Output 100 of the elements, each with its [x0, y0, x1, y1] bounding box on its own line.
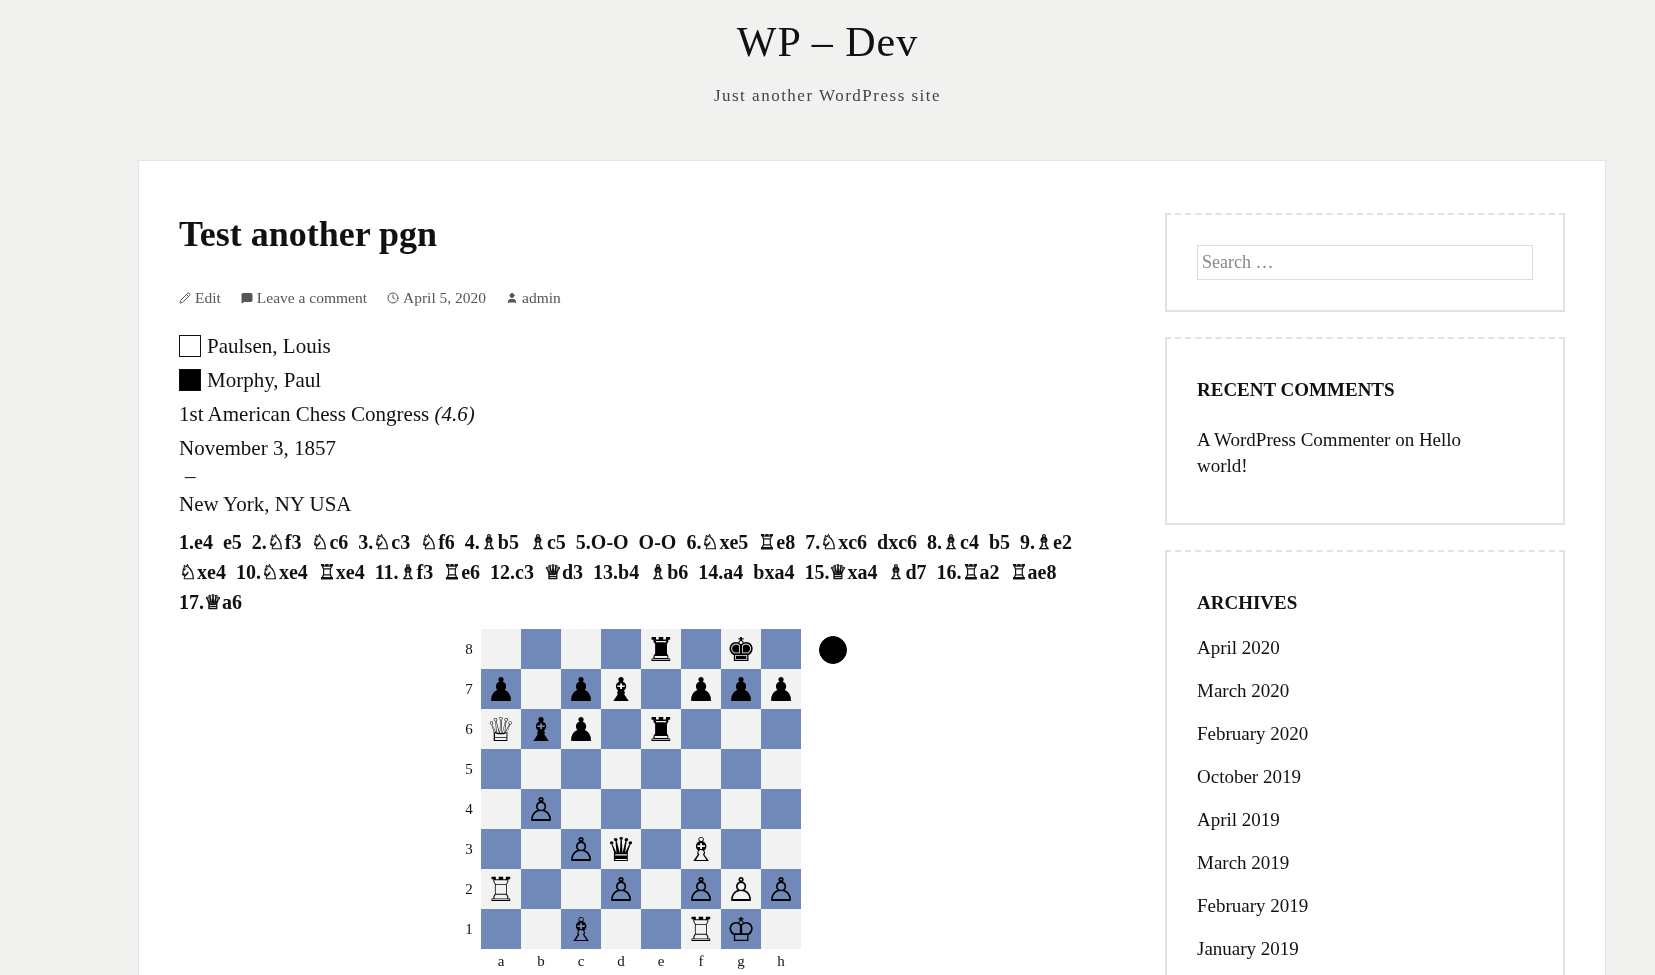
- speech-bubble-icon: [240, 292, 253, 304]
- chess-piece: ♙: [766, 872, 796, 906]
- post-meta-link[interactable]: April 5, 2020: [387, 289, 487, 307]
- board-square: [601, 629, 641, 669]
- board-square: [601, 789, 641, 829]
- chess-piece: ♗: [686, 832, 716, 866]
- chess-piece: ♖: [686, 912, 716, 946]
- board-square: [681, 709, 721, 749]
- archive-link[interactable]: April 2019: [1197, 798, 1533, 841]
- archive-link[interactable]: April 2020: [1197, 626, 1533, 669]
- archive-link[interactable]: October 2019: [1197, 755, 1533, 798]
- post-title: Test another pgn: [179, 213, 439, 255]
- board-square: [641, 829, 681, 869]
- chess-piece: ♚: [726, 632, 756, 666]
- board-square: [641, 749, 681, 789]
- file-label: e: [656, 951, 666, 971]
- board-square: [761, 749, 801, 789]
- chess-piece: ♟: [766, 672, 796, 706]
- file-label: h: [776, 951, 786, 971]
- rank-label: 7: [464, 679, 474, 699]
- board-square: [561, 789, 601, 829]
- post-meta-link[interactable]: Edit: [179, 289, 221, 307]
- chess-piece: ♟: [686, 672, 716, 706]
- widget-title: ARCHIVES: [1197, 592, 1299, 614]
- rank-label: 4: [464, 799, 474, 819]
- board-square: [761, 829, 801, 869]
- board-square: [761, 909, 801, 949]
- board-square: [601, 709, 641, 749]
- comment-link[interactable]: A WordPress Commenter on Hello world!: [1197, 427, 1487, 479]
- board-square: [561, 869, 601, 909]
- chess-piece: ♙: [726, 872, 756, 906]
- file-label: a: [496, 951, 506, 971]
- rank-label: 8: [464, 639, 474, 659]
- board-square: [681, 629, 721, 669]
- board-square: [521, 829, 561, 869]
- site-title[interactable]: WP – Dev: [736, 18, 919, 66]
- board-square: [721, 829, 761, 869]
- board-square: [681, 749, 721, 789]
- search-field[interactable]: Search …: [1197, 245, 1533, 280]
- person-icon: [506, 292, 519, 304]
- board-square: [641, 869, 681, 909]
- game-result: –: [185, 465, 196, 487]
- rank-label: 6: [464, 719, 474, 739]
- board-square: [521, 869, 561, 909]
- board-square: [721, 789, 761, 829]
- file-label: g: [736, 951, 746, 971]
- move-list: 1.e4 e5 2.♘f3 ♘c6 3.♘c3 ♘f6 4.♗b5 ♗c5 5.O-O O-O 6.♘xe5 ♖e8 7.♘xc6 dxc6 8.♗c4 b5 9.♗e2 ♘xe4 10.♘xe4 ♖xe4 11.♗f3 ♖e6 12.c3 ♕d3 13.b4 ♗b6 14.a4 bxa4 15.♕xa4 ♗d7 16.♖a2 ♖ae8 17.♕a6: [179, 527, 1079, 617]
- chess-piece: ♟: [566, 672, 596, 706]
- board-square: [481, 829, 521, 869]
- chess-piece: ♜: [646, 632, 676, 666]
- board-square: [641, 669, 681, 709]
- board-square: [521, 749, 561, 789]
- chess-piece: ♙: [566, 832, 596, 866]
- game-date: November 3, 1857: [179, 435, 336, 462]
- chess-piece: ♙: [606, 872, 636, 906]
- chess-piece: ♔: [726, 912, 756, 946]
- player-name: Morphy, Paul: [207, 367, 322, 394]
- board-square: [521, 909, 561, 949]
- board-square: [761, 629, 801, 669]
- game-location: New York, NY USA: [179, 491, 352, 518]
- board-square: [561, 749, 601, 789]
- chess-piece: ♟: [726, 672, 756, 706]
- rank-label: 5: [464, 759, 474, 779]
- chess-piece: ♖: [486, 872, 516, 906]
- board-square: [761, 789, 801, 829]
- board-square: [721, 749, 761, 789]
- board-square: [681, 789, 721, 829]
- board-square: [481, 749, 521, 789]
- pencil-icon: [179, 292, 191, 304]
- archive-link[interactable]: March 2020: [1197, 669, 1533, 712]
- chess-piece: ♝: [606, 672, 636, 706]
- post-meta-link[interactable]: admin: [506, 289, 561, 307]
- rank-label: 3: [464, 839, 474, 859]
- archive-link[interactable]: January 2019: [1197, 927, 1533, 970]
- file-label: c: [576, 951, 586, 971]
- chess-piece: ♟: [486, 672, 516, 706]
- widget-title: RECENT COMMENTS: [1197, 379, 1396, 401]
- file-label: f: [697, 951, 705, 971]
- archive-link[interactable]: March 2019: [1197, 841, 1533, 884]
- board-square: [641, 789, 681, 829]
- chess-piece: ♕: [486, 712, 516, 746]
- chess-piece: ♙: [686, 872, 716, 906]
- player-name: Paulsen, Louis: [207, 333, 331, 360]
- clock-icon: [387, 292, 399, 304]
- chess-piece: ♝: [526, 712, 556, 746]
- archive-link[interactable]: February 2020: [1197, 712, 1533, 755]
- board-square: [641, 909, 681, 949]
- board-square: [601, 909, 641, 949]
- chess-piece: ♜: [646, 712, 676, 746]
- board-square: [761, 709, 801, 749]
- chess-piece: ♟: [566, 712, 596, 746]
- site-tagline: Just another WordPress site: [713, 86, 942, 106]
- file-label: d: [616, 951, 626, 971]
- board-square: [521, 669, 561, 709]
- board-square: [721, 709, 761, 749]
- post-meta-link[interactable]: Leave a comment: [240, 289, 367, 307]
- archive-link[interactable]: February 2019: [1197, 884, 1533, 927]
- rank-label: 2: [464, 879, 474, 899]
- board-square: [601, 749, 641, 789]
- chess-piece: ♙: [526, 792, 556, 826]
